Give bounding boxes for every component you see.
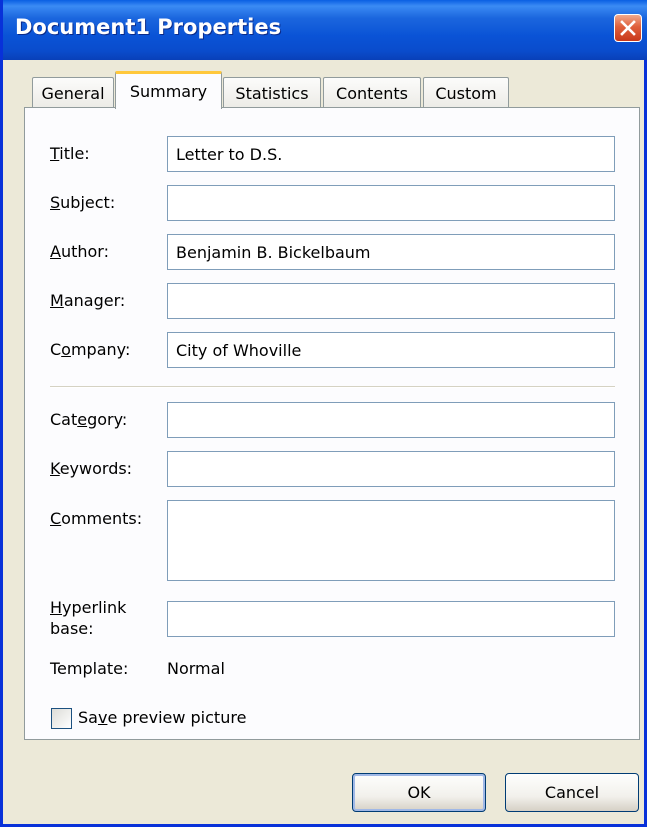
close-button[interactable]	[614, 14, 642, 42]
window-title: Document1 Properties	[15, 15, 282, 39]
separator	[50, 386, 615, 388]
ok-button[interactable]: OK	[352, 773, 486, 812]
tab-summary-label: Summary	[129, 82, 208, 101]
company-label: Company:	[50, 340, 131, 359]
tab-statistics-label: Statistics	[235, 83, 309, 103]
author-label: Author:	[50, 242, 109, 261]
close-x-icon	[620, 20, 636, 36]
keywords-field[interactable]	[167, 451, 615, 487]
manager-label: Manager:	[50, 291, 126, 310]
tab-custom[interactable]: Custom	[423, 77, 509, 108]
keywords-label: Keywords:	[50, 459, 133, 478]
tab-statistics[interactable]: Statistics	[223, 77, 321, 108]
tab-summary[interactable]: Summary	[115, 71, 222, 109]
tab-contents[interactable]: Contents	[323, 77, 421, 108]
tab-general-label: General	[41, 83, 105, 103]
author-field[interactable]	[167, 234, 615, 270]
title-label: Title:	[50, 144, 90, 163]
title-field[interactable]	[167, 136, 615, 172]
title-bar[interactable]: Document1 Properties	[3, 0, 647, 60]
save-preview-checkbox[interactable]	[51, 708, 72, 729]
cancel-button[interactable]: Cancel	[505, 773, 639, 812]
hyperlink-base-field[interactable]	[167, 601, 615, 637]
category-field[interactable]	[167, 402, 615, 438]
comments-field[interactable]	[167, 500, 615, 581]
tab-contents-label: Contents	[336, 83, 408, 103]
tab-general[interactable]: General	[32, 77, 114, 108]
subject-field[interactable]	[167, 185, 615, 221]
category-label: Category:	[50, 410, 128, 429]
template-label: Template:	[50, 659, 129, 678]
tab-custom-label: Custom	[435, 83, 497, 103]
properties-dialog: Document1 Properties General Summary Sta…	[0, 0, 647, 827]
template-value: Normal	[167, 659, 225, 678]
manager-field[interactable]	[167, 283, 615, 319]
company-field[interactable]	[167, 332, 615, 368]
save-preview-label[interactable]: Save preview picture	[78, 708, 246, 727]
comments-label: Comments:	[50, 509, 143, 528]
subject-label: Subject:	[50, 193, 116, 212]
hyperlink-base-label: Hyperlink base:	[50, 598, 127, 638]
